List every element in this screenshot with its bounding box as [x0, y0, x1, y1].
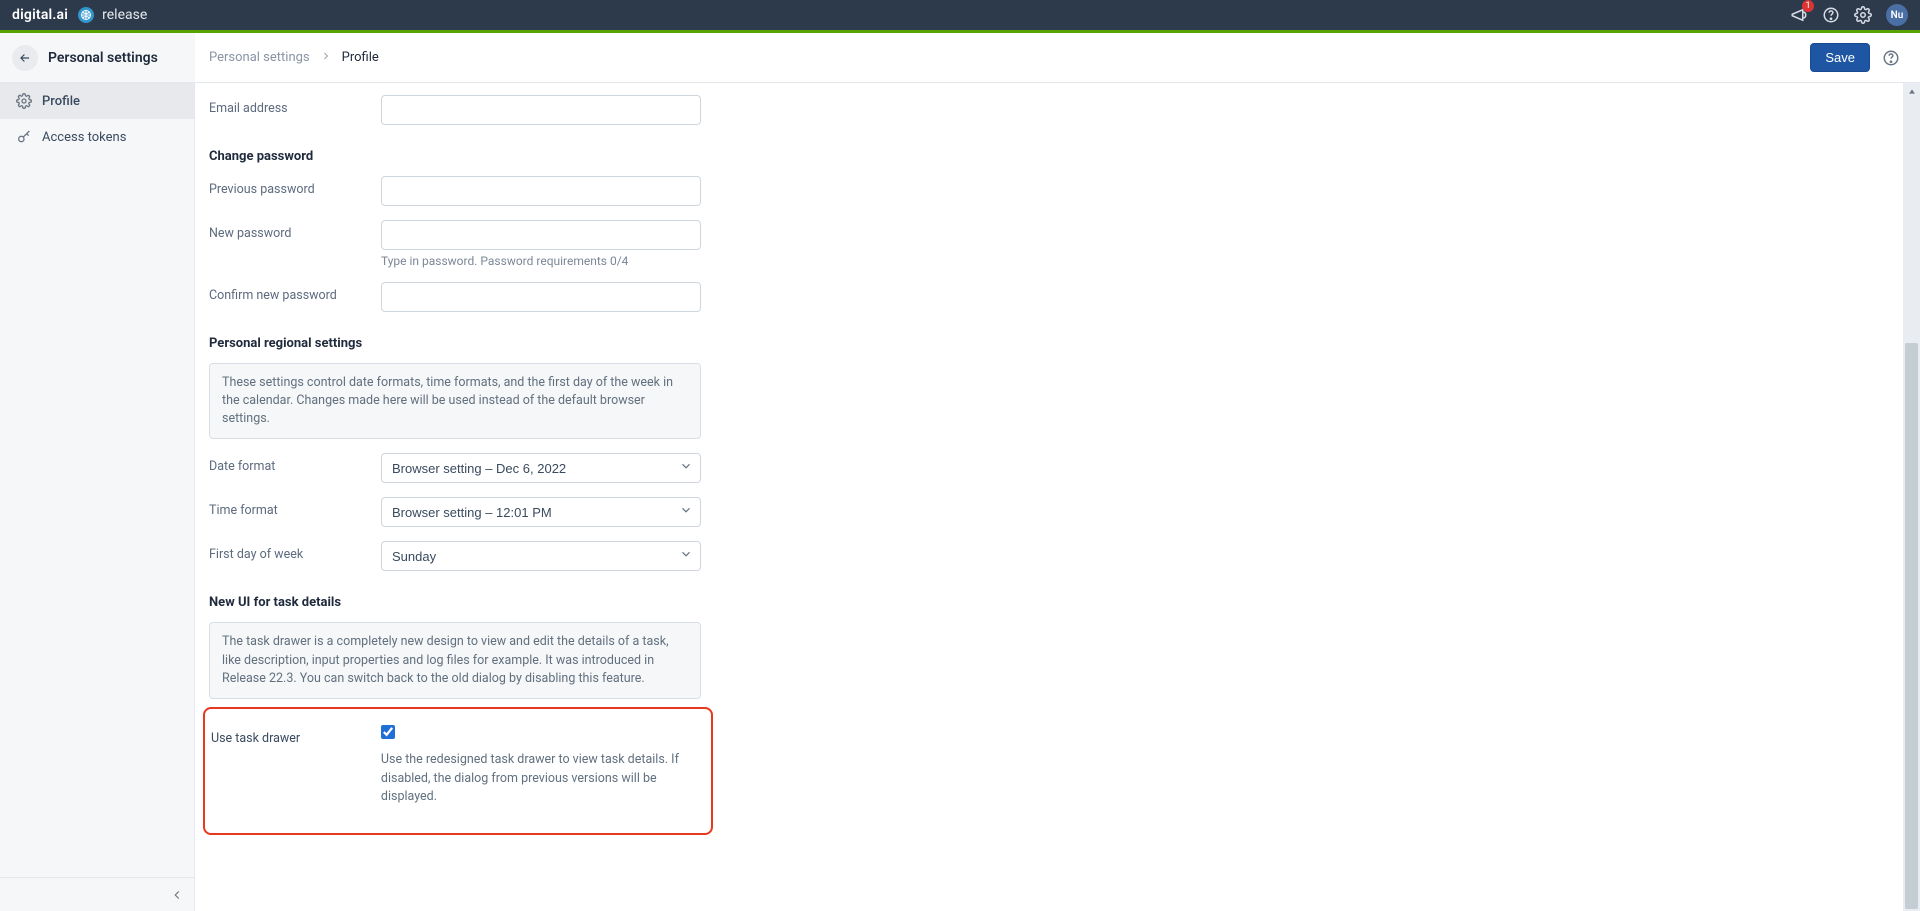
subheader-title: Personal settings — [48, 50, 158, 66]
breadcrumb-root[interactable]: Personal settings — [209, 50, 310, 65]
new-password-label: New password — [209, 220, 381, 241]
content-wrap: Email address Change password Previous p… — [195, 83, 1920, 911]
chevron-right-icon — [320, 50, 332, 66]
time-format-label: Time format — [209, 497, 381, 518]
announcements-icon[interactable]: 1 — [1790, 6, 1808, 24]
previous-password-row: Previous password — [209, 176, 1889, 206]
time-format-select[interactable] — [381, 497, 701, 527]
content: Email address Change password Previous p… — [195, 83, 1903, 911]
sidebar-collapse-button[interactable] — [0, 877, 194, 911]
gear-icon — [16, 93, 32, 109]
confirm-password-row: Confirm new password — [209, 282, 1889, 312]
chevron-left-icon — [170, 888, 184, 902]
breadcrumb: Personal settings Profile — [195, 50, 1810, 66]
change-password-title: Change password — [209, 149, 1889, 164]
brand-icon — [78, 7, 94, 23]
main: Profile Access tokens Email address Chan… — [0, 83, 1920, 911]
regional-title: Personal regional settings — [209, 336, 1889, 351]
time-format-row: Time format — [209, 497, 1889, 527]
first-day-row: First day of week — [209, 541, 1889, 571]
new-password-field[interactable] — [381, 220, 701, 250]
topbar-actions: 1 Nu — [1790, 4, 1908, 26]
sidebar-item-label: Access tokens — [42, 130, 126, 145]
email-label: Email address — [209, 95, 381, 116]
email-field[interactable] — [381, 95, 701, 125]
sidebar-item-profile[interactable]: Profile — [0, 83, 194, 119]
sidebar: Profile Access tokens — [0, 83, 195, 911]
save-button[interactable]: Save — [1810, 43, 1870, 72]
brand-primary: digital.ai — [12, 7, 68, 23]
new-ui-title: New UI for task details — [209, 595, 1889, 610]
first-day-select[interactable] — [381, 541, 701, 571]
regional-info: These settings control date formats, tim… — [209, 363, 701, 439]
breadcrumb-current: Profile — [342, 50, 379, 65]
back-button[interactable] — [12, 45, 38, 71]
context-help-icon[interactable] — [1882, 49, 1900, 67]
new-password-hint: Type in password. Password requirements … — [381, 254, 701, 268]
key-icon — [16, 129, 32, 145]
top-bar: digital.ai release 1 Nu — [0, 0, 1920, 30]
gear-icon[interactable] — [1854, 6, 1872, 24]
sidebar-item-access-tokens[interactable]: Access tokens — [0, 119, 194, 155]
scrollbar[interactable] — [1903, 83, 1920, 911]
subheader-right: Save — [1810, 43, 1920, 72]
new-ui-info: The task drawer is a completely new desi… — [209, 622, 701, 698]
help-icon[interactable] — [1822, 6, 1840, 24]
date-format-row: Date format — [209, 453, 1889, 483]
subheader-left: Personal settings — [0, 33, 195, 82]
use-task-drawer-desc: Use the redesigned task drawer to view t… — [381, 751, 697, 807]
previous-password-label: Previous password — [209, 176, 381, 197]
first-day-label: First day of week — [209, 541, 381, 562]
avatar[interactable]: Nu — [1886, 4, 1908, 26]
sidebar-item-label: Profile — [42, 94, 80, 109]
use-task-drawer-checkbox[interactable] — [381, 725, 395, 739]
scroll-up-icon[interactable] — [1903, 85, 1920, 99]
email-row: Email address — [209, 95, 1889, 125]
brand: digital.ai release — [12, 7, 147, 23]
use-task-drawer-highlight: Use task drawer Use the redesigned task … — [203, 707, 713, 835]
confirm-password-field[interactable] — [381, 282, 701, 312]
scroll-thumb[interactable] — [1905, 343, 1918, 909]
previous-password-field[interactable] — [381, 176, 701, 206]
confirm-password-label: Confirm new password — [209, 282, 381, 303]
date-format-select[interactable] — [381, 453, 701, 483]
notification-badge: 1 — [1802, 0, 1814, 12]
use-task-drawer-label: Use task drawer — [211, 725, 381, 746]
new-password-row: New password Type in password. Password … — [209, 220, 1889, 268]
use-task-drawer-row: Use task drawer Use the redesigned task … — [211, 725, 697, 807]
date-format-label: Date format — [209, 453, 381, 474]
sub-header: Personal settings Personal settings Prof… — [0, 33, 1920, 83]
brand-secondary: release — [102, 7, 147, 23]
